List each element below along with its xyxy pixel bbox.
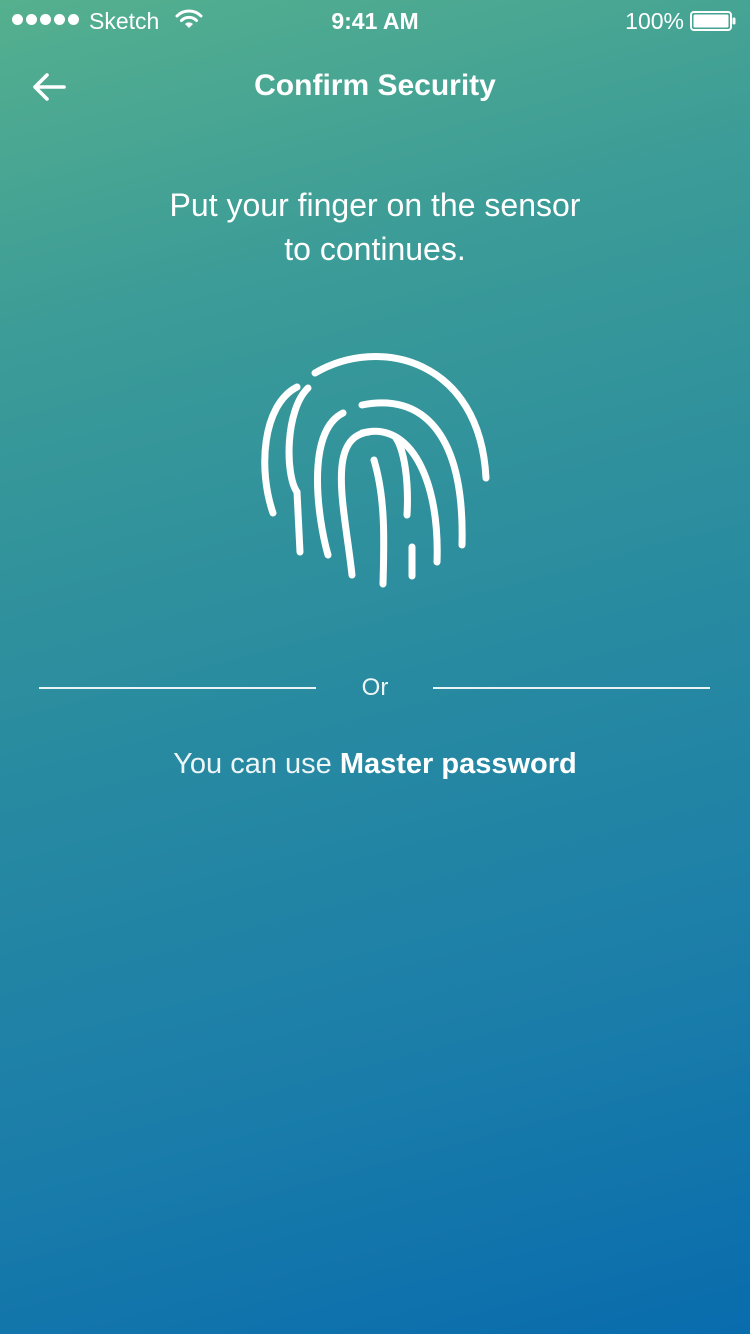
instruction-text: Put your finger on the sensor to continu… bbox=[0, 183, 750, 271]
navigation-bar: Confirm Security bbox=[0, 60, 750, 112]
fingerprint-icon[interactable] bbox=[252, 342, 502, 598]
arrow-left-icon bbox=[33, 73, 66, 101]
confirm-security-screen: Sketch 9:41 AM 100% Confirm Security Put… bbox=[0, 0, 750, 1334]
instruction-line-2: to continues. bbox=[284, 231, 466, 267]
back-button[interactable] bbox=[26, 66, 72, 108]
battery-percentage: 100% bbox=[625, 8, 684, 34]
alternative-option: You can use Master password bbox=[0, 744, 750, 784]
alternative-prefix: You can use bbox=[173, 748, 332, 780]
battery-icon bbox=[690, 11, 736, 31]
page-title: Confirm Security bbox=[254, 69, 496, 102]
status-bar: Sketch 9:41 AM 100% bbox=[0, 0, 750, 40]
master-password-link[interactable]: Master password bbox=[340, 748, 577, 780]
divider-right bbox=[433, 687, 710, 689]
instruction-line-1: Put your finger on the sensor bbox=[169, 187, 581, 223]
